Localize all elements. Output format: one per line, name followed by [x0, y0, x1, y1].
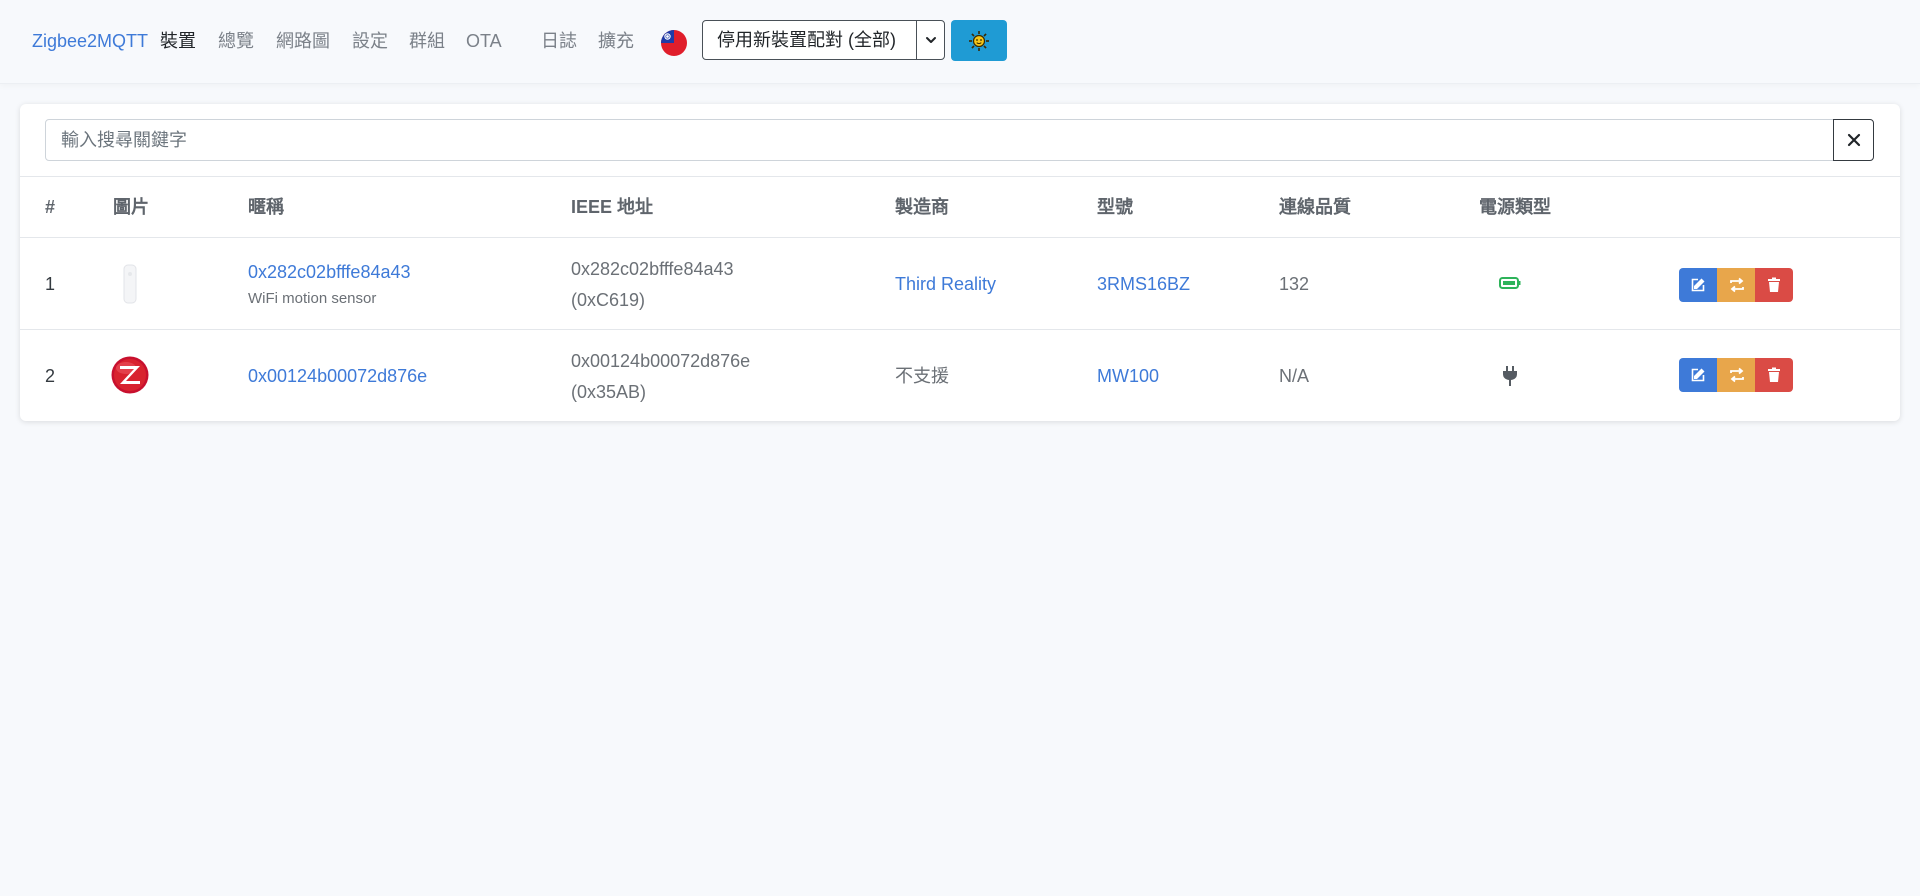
device-name-link[interactable]: 0x00124b00072d876e — [248, 364, 427, 388]
trash-icon — [1768, 277, 1780, 292]
sun-icon — [969, 31, 989, 51]
swap-icon — [1730, 277, 1744, 293]
nav-groups[interactable]: 群組 — [409, 29, 445, 53]
edit-icon — [1691, 278, 1705, 292]
column-header-ieee[interactable]: IEEE 地址 — [571, 195, 653, 219]
zigbee-logo-image — [111, 356, 149, 399]
model-link[interactable]: MW100 — [1097, 364, 1159, 388]
edit-button[interactable] — [1679, 268, 1717, 302]
trash-icon — [1768, 367, 1780, 382]
network-address: (0x35AB) — [571, 382, 647, 402]
select-divider — [916, 21, 917, 59]
search-input[interactable] — [45, 119, 1855, 161]
header-divider — [20, 237, 1900, 238]
permit-join-label: 停用新裝置配對 (全部) — [717, 30, 896, 50]
motion-sensor-image — [123, 264, 137, 309]
nav-extensions[interactable]: 擴充 — [598, 29, 634, 53]
close-icon — [1847, 133, 1861, 147]
nav-logs[interactable]: 日誌 — [541, 29, 577, 53]
network-address: (0xC619) — [571, 290, 646, 310]
row-index: 1 — [45, 274, 56, 294]
edit-icon — [1691, 368, 1705, 382]
delete-button[interactable] — [1755, 358, 1793, 392]
column-header-manufacturer[interactable]: 製造商 — [895, 195, 949, 219]
nav-ota[interactable]: OTA — [466, 29, 502, 53]
battery-icon — [1499, 276, 1521, 295]
manufacturer-link[interactable]: Third Reality — [895, 272, 996, 296]
swap-button[interactable] — [1717, 268, 1755, 302]
device-name-link[interactable]: 0x282c02bfffe84a43 — [248, 260, 411, 284]
delete-button[interactable] — [1755, 268, 1793, 302]
column-header-lqi[interactable]: 連線品質 — [1279, 195, 1351, 219]
column-header-model[interactable]: 型號 — [1097, 195, 1133, 219]
chevron-down-icon[interactable] — [923, 30, 939, 50]
brand-link[interactable]: Zigbee2MQTT — [32, 29, 148, 53]
device-description: WiFi motion sensor — [248, 290, 377, 307]
column-header-image[interactable]: 圖片 — [113, 195, 149, 219]
taiwan-flag-icon[interactable] — [661, 30, 687, 56]
swap-icon — [1730, 367, 1744, 383]
clear-search-button[interactable] — [1833, 119, 1874, 161]
lqi-value: N/A — [1279, 366, 1310, 386]
nav-network-map[interactable]: 網路圖 — [276, 29, 330, 53]
nav-dashboard[interactable]: 總覽 — [218, 29, 254, 53]
manufacturer-value: 不支援 — [895, 366, 949, 386]
permit-join-select[interactable]: 停用新裝置配對 (全部) — [702, 20, 945, 60]
row-divider — [20, 329, 1900, 330]
row-index: 2 — [45, 366, 56, 386]
edit-button[interactable] — [1679, 358, 1717, 392]
model-link[interactable]: 3RMS16BZ — [1097, 272, 1190, 296]
lqi-value: 132 — [1279, 274, 1310, 294]
ieee-address: 0x282c02bfffe84a43 — [571, 259, 734, 279]
devices-card: # 圖片 暱稱 IEEE 地址 製造商 型號 連線品質 電源類型 1 0x282… — [20, 104, 1900, 421]
nav-settings[interactable]: 設定 — [352, 29, 388, 53]
ieee-address: 0x00124b00072d876e — [571, 351, 751, 371]
column-header-power[interactable]: 電源類型 — [1479, 195, 1551, 219]
plug-icon — [1502, 365, 1518, 392]
column-header-name[interactable]: 暱稱 — [248, 195, 284, 219]
nav-devices[interactable]: 裝置 — [160, 29, 196, 53]
theme-toggle-button[interactable] — [951, 20, 1007, 61]
top-navbar: Zigbee2MQTT 裝置 總覽 網路圖 設定 群組 OTA 日誌 擴充 停用… — [0, 0, 1920, 84]
column-header-index[interactable]: # — [45, 195, 55, 219]
swap-button[interactable] — [1717, 358, 1755, 392]
divider — [20, 176, 1900, 177]
